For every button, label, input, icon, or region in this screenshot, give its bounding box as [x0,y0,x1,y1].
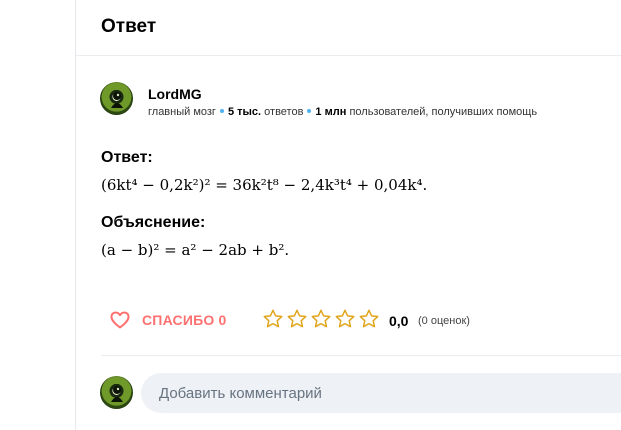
star-icon[interactable] [262,308,284,330]
answer-label: Ответ: [101,149,153,166]
avatar-figure-icon [111,92,123,108]
rating-stars [262,308,380,330]
author-name[interactable]: LordMG [148,86,202,102]
star-icon[interactable] [334,308,356,330]
answers-count: 5 тыс. [227,106,262,118]
thanks-button[interactable]: СПАСИБО 0 [110,310,227,330]
helped-count: 1 млн [315,106,347,118]
header-divider [76,55,621,56]
current-user-avatar [100,376,133,409]
star-icon[interactable] [358,308,380,330]
thanks-label: СПАСИБО 0 [142,312,227,328]
answers-label: ответов [264,106,304,118]
separator-dot [219,109,224,114]
rating-count: (0 оценок) [418,315,470,327]
panel-left-border [75,0,76,430]
separator-dot [307,109,312,114]
explanation-formula: (a − b)² = a² − 2ab + b². [101,241,290,259]
author-rank: главный мозг [148,106,216,118]
comment-input[interactable] [141,373,621,413]
comments-divider [101,355,621,356]
helped-label: пользователей, получивших помощь [349,106,538,118]
author-avatar[interactable] [100,82,133,115]
author-meta: главный мозг 5 тыс. ответов 1 млн пользова… [148,106,537,118]
star-icon[interactable] [310,308,332,330]
heart-icon [110,311,130,329]
answer-formula: (6kt⁴ − 0,2k²)² = 36k²t⁸ − 2,4k³t⁴ + 0,0… [101,176,428,194]
star-icon[interactable] [286,308,308,330]
page-title: Ответ [101,16,157,37]
rating-value: 0,0 [389,313,409,329]
explanation-label: Объяснение: [101,214,206,231]
avatar-figure-icon [111,386,123,402]
